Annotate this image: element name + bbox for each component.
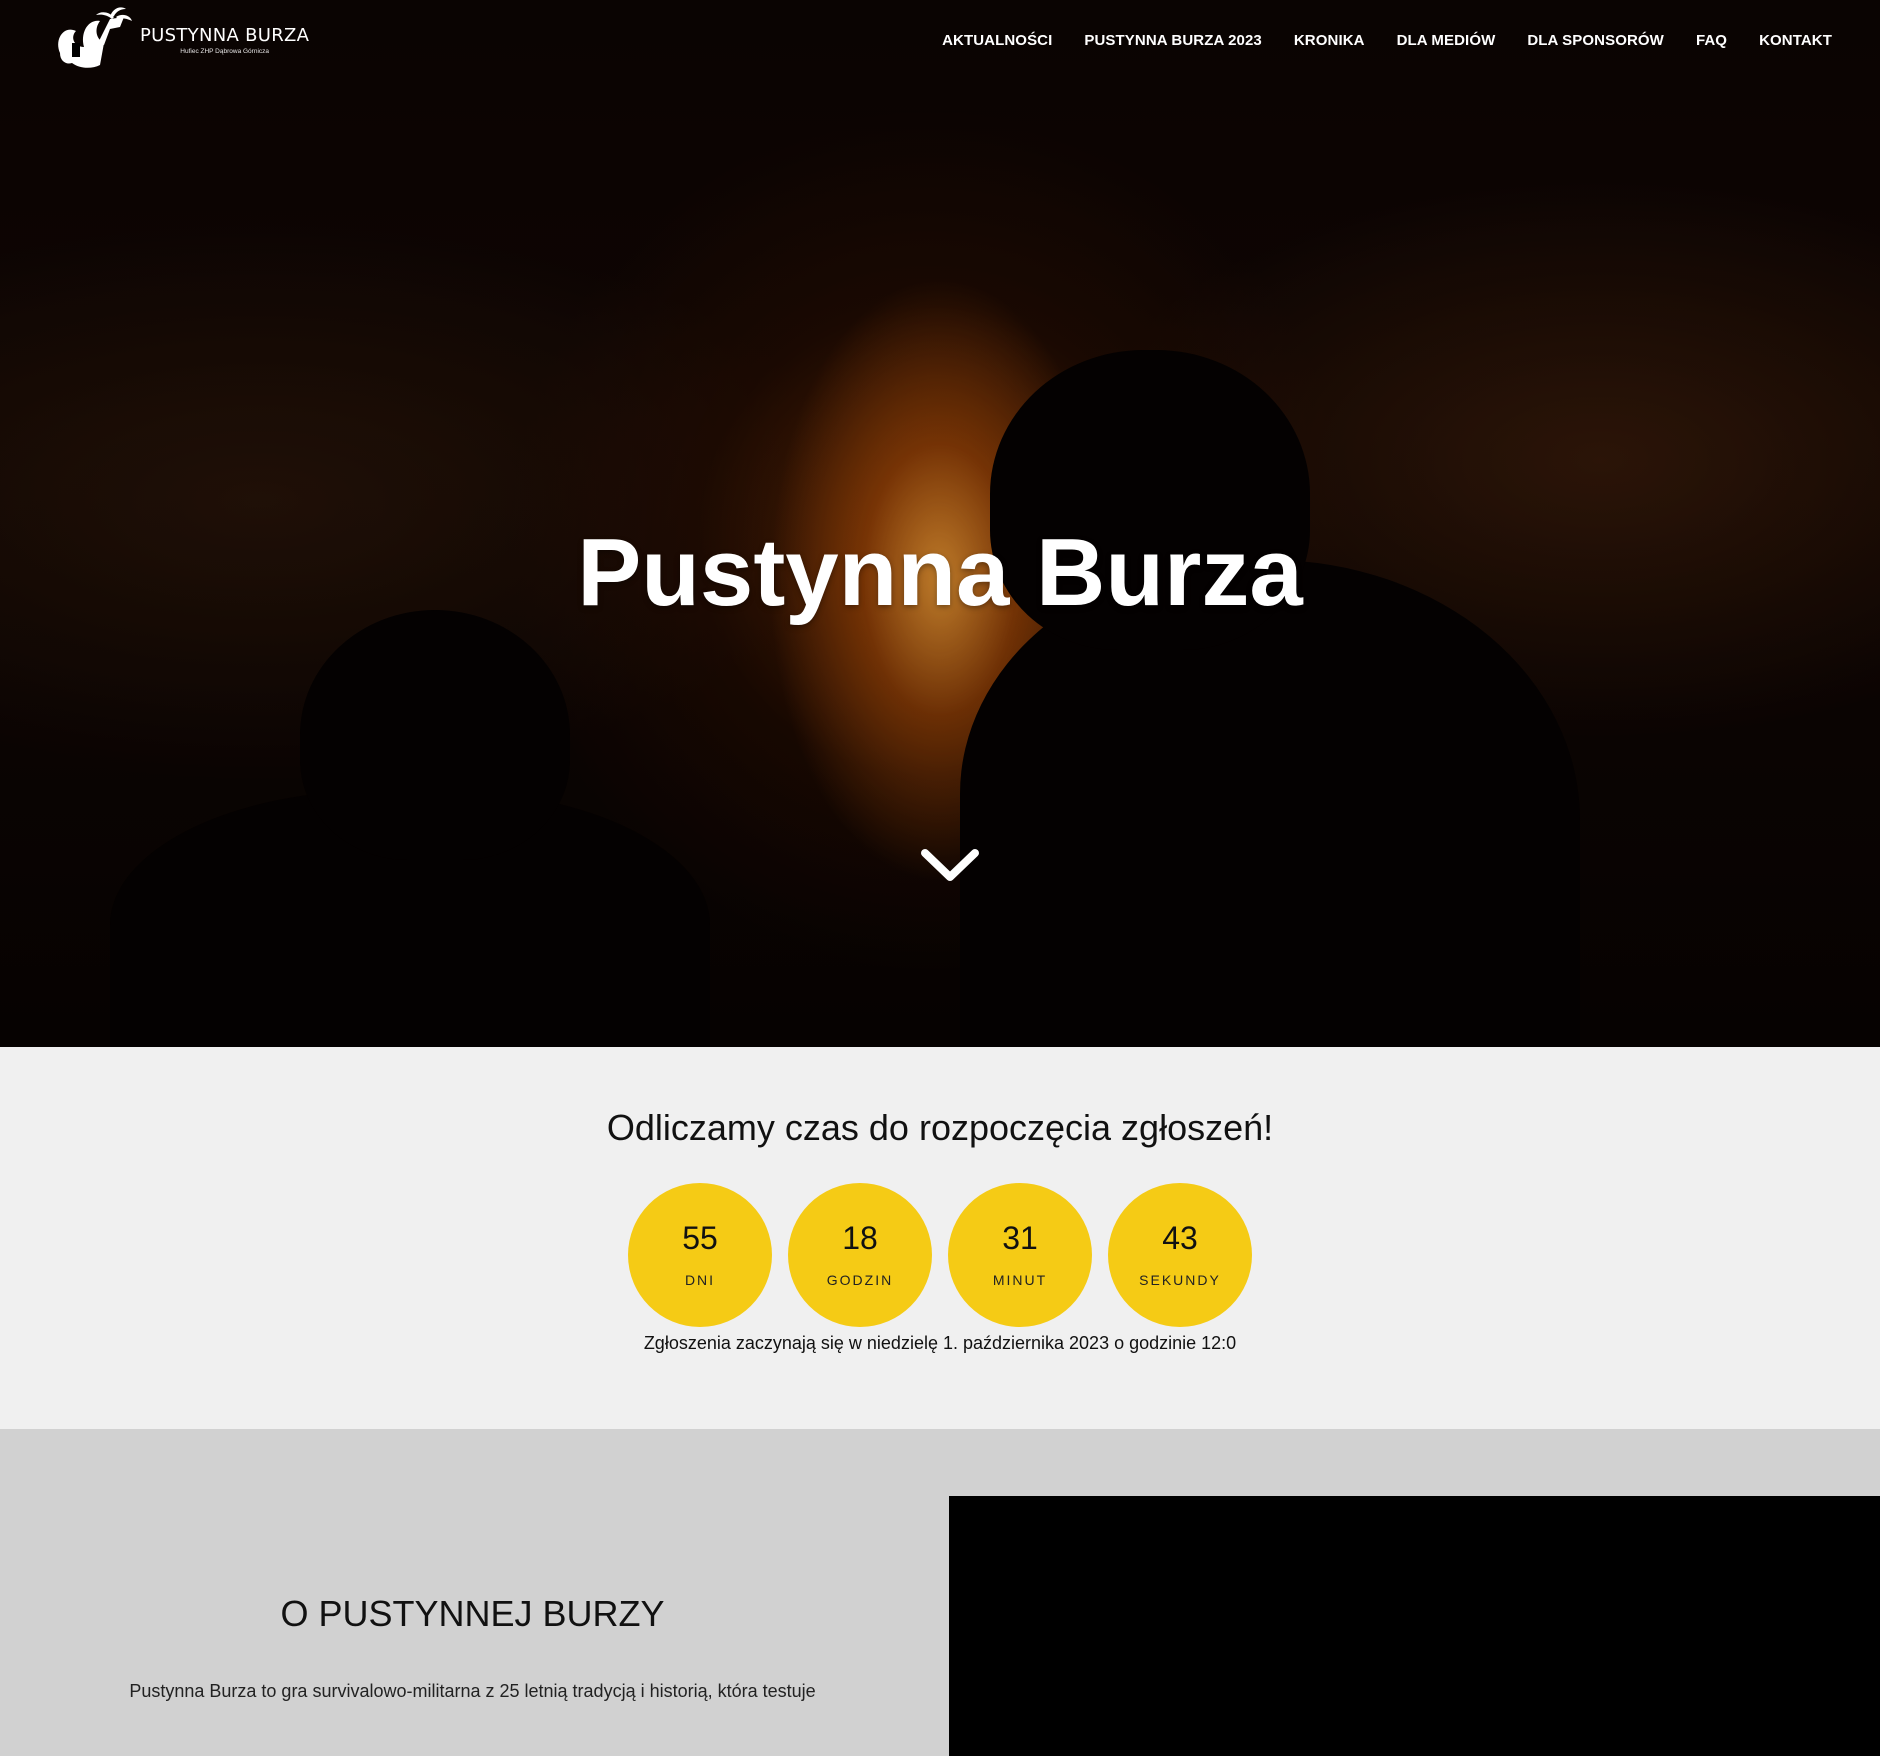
nav-item-kontakt[interactable]: KONTAKT: [1743, 32, 1848, 49]
logo-title: PUSTYNNA BURZA: [140, 25, 310, 46]
countdown-hours-value: 18: [842, 1220, 878, 1256]
nav-item-pustynna-burza-2023[interactable]: PUSTYNNA BURZA 2023: [1068, 32, 1278, 49]
countdown-minutes-value: 31: [1002, 1220, 1038, 1256]
top-navigation: PUSTYNNA BURZA Hufiec ZHP Dąbrowa Górnic…: [0, 0, 1880, 80]
countdown-timer: 55 DNI 18 GODZIN 31 MINUT 43 SEKUNDY: [628, 1183, 1252, 1327]
logo-icon: [58, 7, 132, 68]
countdown-minutes: 31 MINUT: [948, 1183, 1092, 1327]
chevron-down-icon: [921, 849, 979, 881]
site-logo[interactable]: PUSTYNNA BURZA Hufiec ZHP Dąbrowa Górnic…: [50, 3, 309, 77]
about-section: O PUSTYNNEJ BURZY Pustynna Burza to gra …: [0, 1429, 1880, 1756]
logo-subtitle: Hufiec ZHP Dąbrowa Górnicza: [180, 48, 270, 55]
video-embed[interactable]: [949, 1496, 1880, 1756]
countdown-seconds-value: 43: [1162, 1220, 1198, 1256]
countdown-hours-label: GODZIN: [826, 1272, 894, 1288]
main-menu: AKTUALNOŚCI PUSTYNNA BURZA 2023 KRONIKA …: [926, 32, 1848, 49]
countdown-days-label: DNI: [684, 1272, 716, 1288]
nav-item-aktualnosci[interactable]: AKTUALNOŚCI: [926, 32, 1068, 49]
hero-title: Pustynna Burza: [577, 519, 1303, 626]
countdown-days: 55 DNI: [628, 1183, 772, 1327]
about-text: Pustynna Burza to gra survivalowo-milita…: [129, 1681, 816, 1701]
countdown-seconds: 43 SEKUNDY: [1108, 1183, 1252, 1327]
countdown-minutes-label: MINUT: [992, 1272, 1048, 1288]
nav-item-kronika[interactable]: KRONIKA: [1278, 32, 1381, 49]
countdown-heading: Odliczamy czas do rozpoczęcia zgłoszeń!: [606, 1107, 1274, 1148]
countdown-seconds-label: SEKUNDY: [1139, 1272, 1221, 1288]
countdown-section: Odliczamy czas do rozpoczęcia zgłoszeń! …: [0, 1047, 1880, 1429]
nav-item-dla-sponsorow[interactable]: DLA SPONSORÓW: [1511, 32, 1680, 49]
about-heading: O PUSTYNNEJ BURZY: [280, 1593, 665, 1634]
scroll-down-button[interactable]: [917, 845, 983, 889]
countdown-days-value: 55: [682, 1220, 718, 1256]
nav-item-dla-mediow[interactable]: DLA MEDIÓW: [1381, 32, 1512, 49]
nav-item-faq[interactable]: FAQ: [1680, 32, 1743, 49]
countdown-hours: 18 GODZIN: [788, 1183, 932, 1327]
countdown-note: Zgłoszenia zaczynają się w niedzielę 1. …: [643, 1333, 1237, 1353]
hero-section: PUSTYNNA BURZA Hufiec ZHP Dąbrowa Górnic…: [0, 0, 1880, 1047]
